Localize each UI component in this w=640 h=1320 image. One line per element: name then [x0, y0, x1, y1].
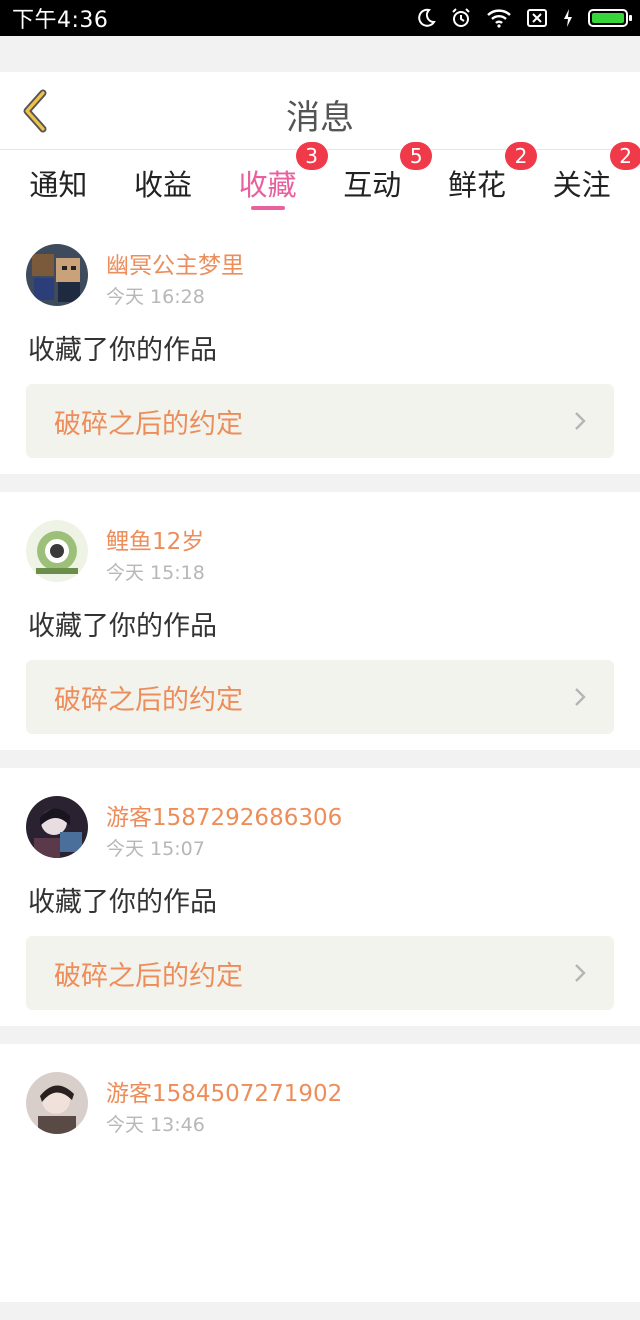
tab-label: 收藏: [238, 168, 297, 202]
active-tab-indicator: [250, 206, 285, 210]
header-bar: 消息: [0, 72, 640, 150]
status-time: 下午4:36: [12, 8, 109, 33]
tab-earnings[interactable]: 收益: [113, 150, 213, 216]
charging-icon: [562, 8, 574, 28]
no-sim-icon: [526, 8, 548, 28]
username[interactable]: 幽冥公主梦里: [106, 246, 244, 280]
work-title: 破碎之后的约定: [54, 684, 243, 716]
message-feed: 幽冥公主梦里 今天 16:28 收藏了你的作品 破碎之后的约定 鲤鱼12岁 今天…: [0, 216, 640, 1320]
page-title: 消息: [286, 98, 354, 138]
timestamp: 今天 15:18: [106, 562, 205, 584]
username[interactable]: 游客1587292686306: [106, 798, 342, 832]
status-icons: [416, 7, 632, 29]
battery-icon: [588, 9, 632, 27]
tab-label: 互动: [343, 168, 402, 202]
tab-label: 通知: [29, 168, 88, 202]
action-text: 收藏了你的作品: [28, 335, 217, 366]
wifi-icon: [486, 8, 512, 28]
tab-interactions[interactable]: 互动 5: [322, 142, 433, 216]
avatar[interactable]: [26, 244, 88, 306]
work-link[interactable]: 破碎之后的约定: [26, 660, 614, 734]
work-title: 破碎之后的约定: [54, 960, 243, 992]
message-card: 幽冥公主梦里 今天 16:28 收藏了你的作品 破碎之后的约定: [0, 216, 640, 474]
avatar[interactable]: [26, 796, 88, 858]
chevron-right-icon: [575, 964, 586, 982]
work-title: 破碎之后的约定: [54, 408, 243, 440]
tab-favorites[interactable]: 收藏 3: [218, 142, 328, 216]
tab-label: 鲜花: [447, 168, 506, 202]
unread-badge: 2: [609, 142, 640, 170]
timestamp: 今天 15:07: [106, 838, 205, 860]
chevron-right-icon: [575, 688, 586, 706]
message-card: 游客1587292686306 今天 15:07 收藏了你的作品 破碎之后的约定: [0, 768, 640, 1026]
moon-icon: [416, 8, 436, 28]
alarm-icon: [450, 7, 472, 29]
avatar[interactable]: [26, 520, 88, 582]
tab-label: 收益: [133, 168, 192, 202]
timestamp: 今天 16:28: [106, 286, 205, 308]
work-link[interactable]: 破碎之后的约定: [26, 384, 614, 458]
username[interactable]: 鲤鱼12岁: [106, 522, 204, 556]
avatar[interactable]: [26, 1072, 88, 1134]
message-card: 鲤鱼12岁 今天 15:18 收藏了你的作品 破碎之后的约定: [0, 492, 640, 750]
timestamp: 今天 13:46: [106, 1114, 205, 1136]
work-link[interactable]: 破碎之后的约定: [26, 936, 614, 1010]
tab-label: 关注: [552, 168, 611, 202]
username[interactable]: 游客1584507271902: [106, 1074, 342, 1108]
action-text: 收藏了你的作品: [28, 887, 217, 918]
tab-follows[interactable]: 关注 2: [532, 142, 640, 216]
chevron-right-icon: [575, 412, 586, 430]
tab-notifications[interactable]: 通知: [8, 150, 108, 216]
action-text: 收藏了你的作品: [28, 611, 217, 642]
message-card: 游客1584507271902 今天 13:46: [0, 1044, 640, 1302]
tab-flowers[interactable]: 鲜花 2: [427, 142, 537, 216]
tab-bar: 通知 收益 收藏 3 互动 5 鲜花 2 关注 2: [0, 142, 640, 216]
status-bar: 下午4:36: [0, 0, 640, 36]
